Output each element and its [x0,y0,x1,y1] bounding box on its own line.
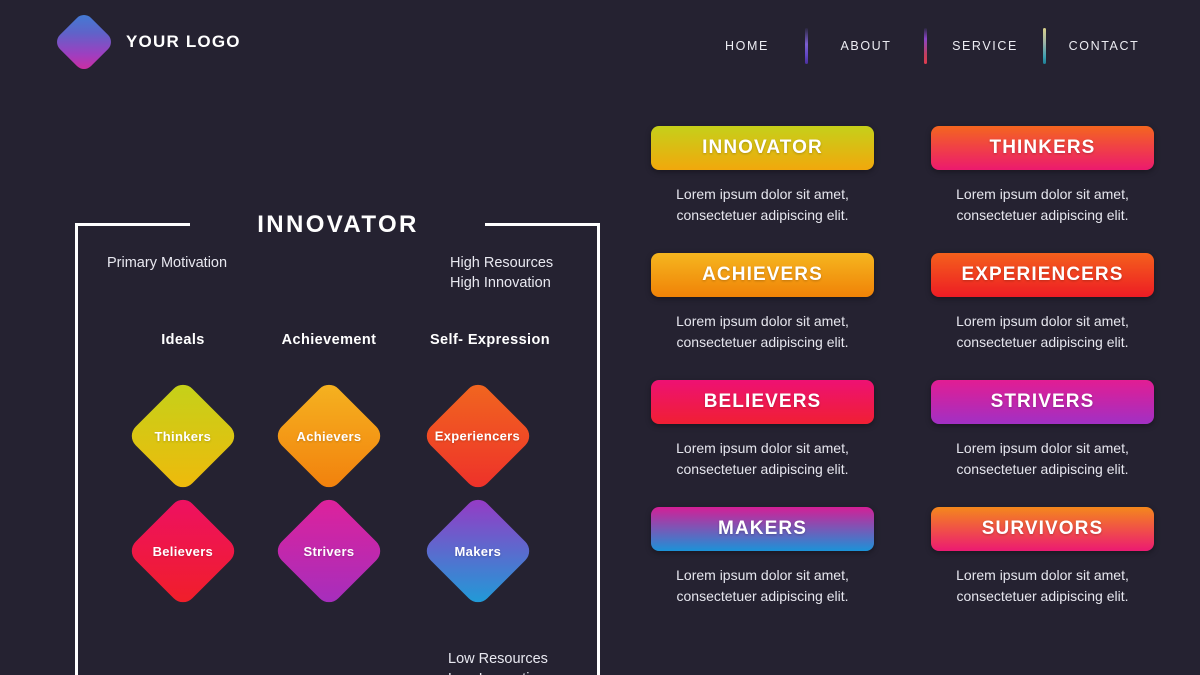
nav-item-contact[interactable]: CONTACT [1046,39,1162,53]
card-innovator-body: Lorem ipsum dolor sit amet, consectetuer… [676,186,849,223]
frame-right-edge [597,223,600,675]
diamond-believers[interactable]: Believers [126,494,240,608]
card-achievers-body: Lorem ipsum dolor sit amet, consectetuer… [676,313,849,350]
diamond-logo-icon [52,10,116,74]
column-header-self-expression: Self- Expression [429,332,551,348]
card-experiencers: EXPERIENCERS Lorem ipsum dolor sit amet,… [931,253,1154,353]
card-survivors-pill[interactable]: SURVIVORS [931,507,1154,551]
diamond-thinkers-label: Thinkers [154,428,212,444]
vals-diagram: INNOVATOR SURVIVORS Primary Motivation H… [0,98,620,675]
diamond-believers-label: Believers [152,543,214,559]
card-innovator: INNOVATOR Lorem ipsum dolor sit amet, co… [651,126,874,226]
note-low-resources: Low Resources Low Innovation [448,649,548,675]
nav-item-home[interactable]: HOME [689,39,805,53]
page-root: YOUR LOGO HOME ABOUT SERVICE CONTACT INN… [0,0,1200,675]
card-innovator-title: INNOVATOR [702,137,823,158]
card-believers-title: BELIEVERS [703,391,822,412]
diamond-strivers-label: Strivers [303,543,355,559]
card-makers-body: Lorem ipsum dolor sit amet, consectetuer… [676,567,849,604]
card-thinkers-pill[interactable]: THINKERS [931,126,1154,170]
card-innovator-pill[interactable]: INNOVATOR [651,126,874,170]
diamond-makers[interactable]: Makers [421,494,535,608]
card-thinkers-body: Lorem ipsum dolor sit amet, consectetuer… [956,186,1129,223]
card-believers-body: Lorem ipsum dolor sit amet, consectetuer… [676,440,849,477]
card-strivers: STRIVERS Lorem ipsum dolor sit amet, con… [931,380,1154,480]
note-primary-motivation: Primary Motivation [107,255,228,271]
axis-top-label: INNOVATOR [257,211,419,238]
card-achievers-title: ACHIEVERS [702,264,823,285]
diamond-achievers[interactable]: Achievers [272,379,386,493]
site-header: YOUR LOGO HOME ABOUT SERVICE CONTACT [0,0,1200,86]
diamond-experiencers-label: Experiencers [435,428,521,444]
card-survivors-title: SURVIVORS [981,518,1104,539]
diamond-thinkers[interactable]: Thinkers [126,379,240,493]
card-experiencers-title: EXPERIENCERS [961,264,1124,285]
diamond-makers-label: Makers [454,543,502,559]
card-thinkers-title: THINKERS [989,137,1096,158]
card-makers-pill[interactable]: MAKERS [651,507,874,551]
brand-name: YOUR LOGO [126,32,241,51]
card-achievers-pill[interactable]: ACHIEVERS [651,253,874,297]
card-strivers-pill[interactable]: STRIVERS [931,380,1154,424]
card-survivors-body: Lorem ipsum dolor sit amet, consectetuer… [956,567,1129,604]
brand-logo[interactable]: YOUR LOGO [52,10,241,74]
card-achievers: ACHIEVERS Lorem ipsum dolor sit amet, co… [651,253,874,353]
card-makers-title: MAKERS [718,518,807,539]
note-high-resources: High Resources High Innovation [450,253,553,293]
card-believers: BELIEVERS Lorem ipsum dolor sit amet, co… [651,380,874,480]
nav-item-about[interactable]: ABOUT [808,39,924,53]
card-strivers-body: Lorem ipsum dolor sit amet, consectetuer… [956,440,1129,477]
segment-cards: INNOVATOR Lorem ipsum dolor sit amet, co… [640,120,1185,620]
frame-left-edge [75,223,78,675]
note-high-resources-line1: High Resources [450,255,554,271]
column-header-achievement: Achievement [281,332,377,348]
card-experiencers-body: Lorem ipsum dolor sit amet, consectetuer… [956,313,1129,350]
nav-item-service[interactable]: SERVICE [927,39,1043,53]
note-low-resources-line1: Low Resources [448,651,548,667]
diamond-strivers[interactable]: Strivers [272,494,386,608]
note-low-resources-line2: Low Innovation [448,669,548,675]
note-high-resources-line2: High Innovation [450,275,551,291]
card-makers: MAKERS Lorem ipsum dolor sit amet, conse… [651,507,874,607]
card-thinkers: THINKERS Lorem ipsum dolor sit amet, con… [931,126,1154,226]
card-experiencers-pill[interactable]: EXPERIENCERS [931,253,1154,297]
diamond-achievers-label: Achievers [296,428,362,444]
diamond-experiencers[interactable]: Experiencers [421,379,535,493]
card-believers-pill[interactable]: BELIEVERS [651,380,874,424]
card-survivors: SURVIVORS Lorem ipsum dolor sit amet, co… [931,507,1154,607]
card-strivers-title: STRIVERS [990,391,1095,412]
main-navigation: HOME ABOUT SERVICE CONTACT [689,28,1162,64]
